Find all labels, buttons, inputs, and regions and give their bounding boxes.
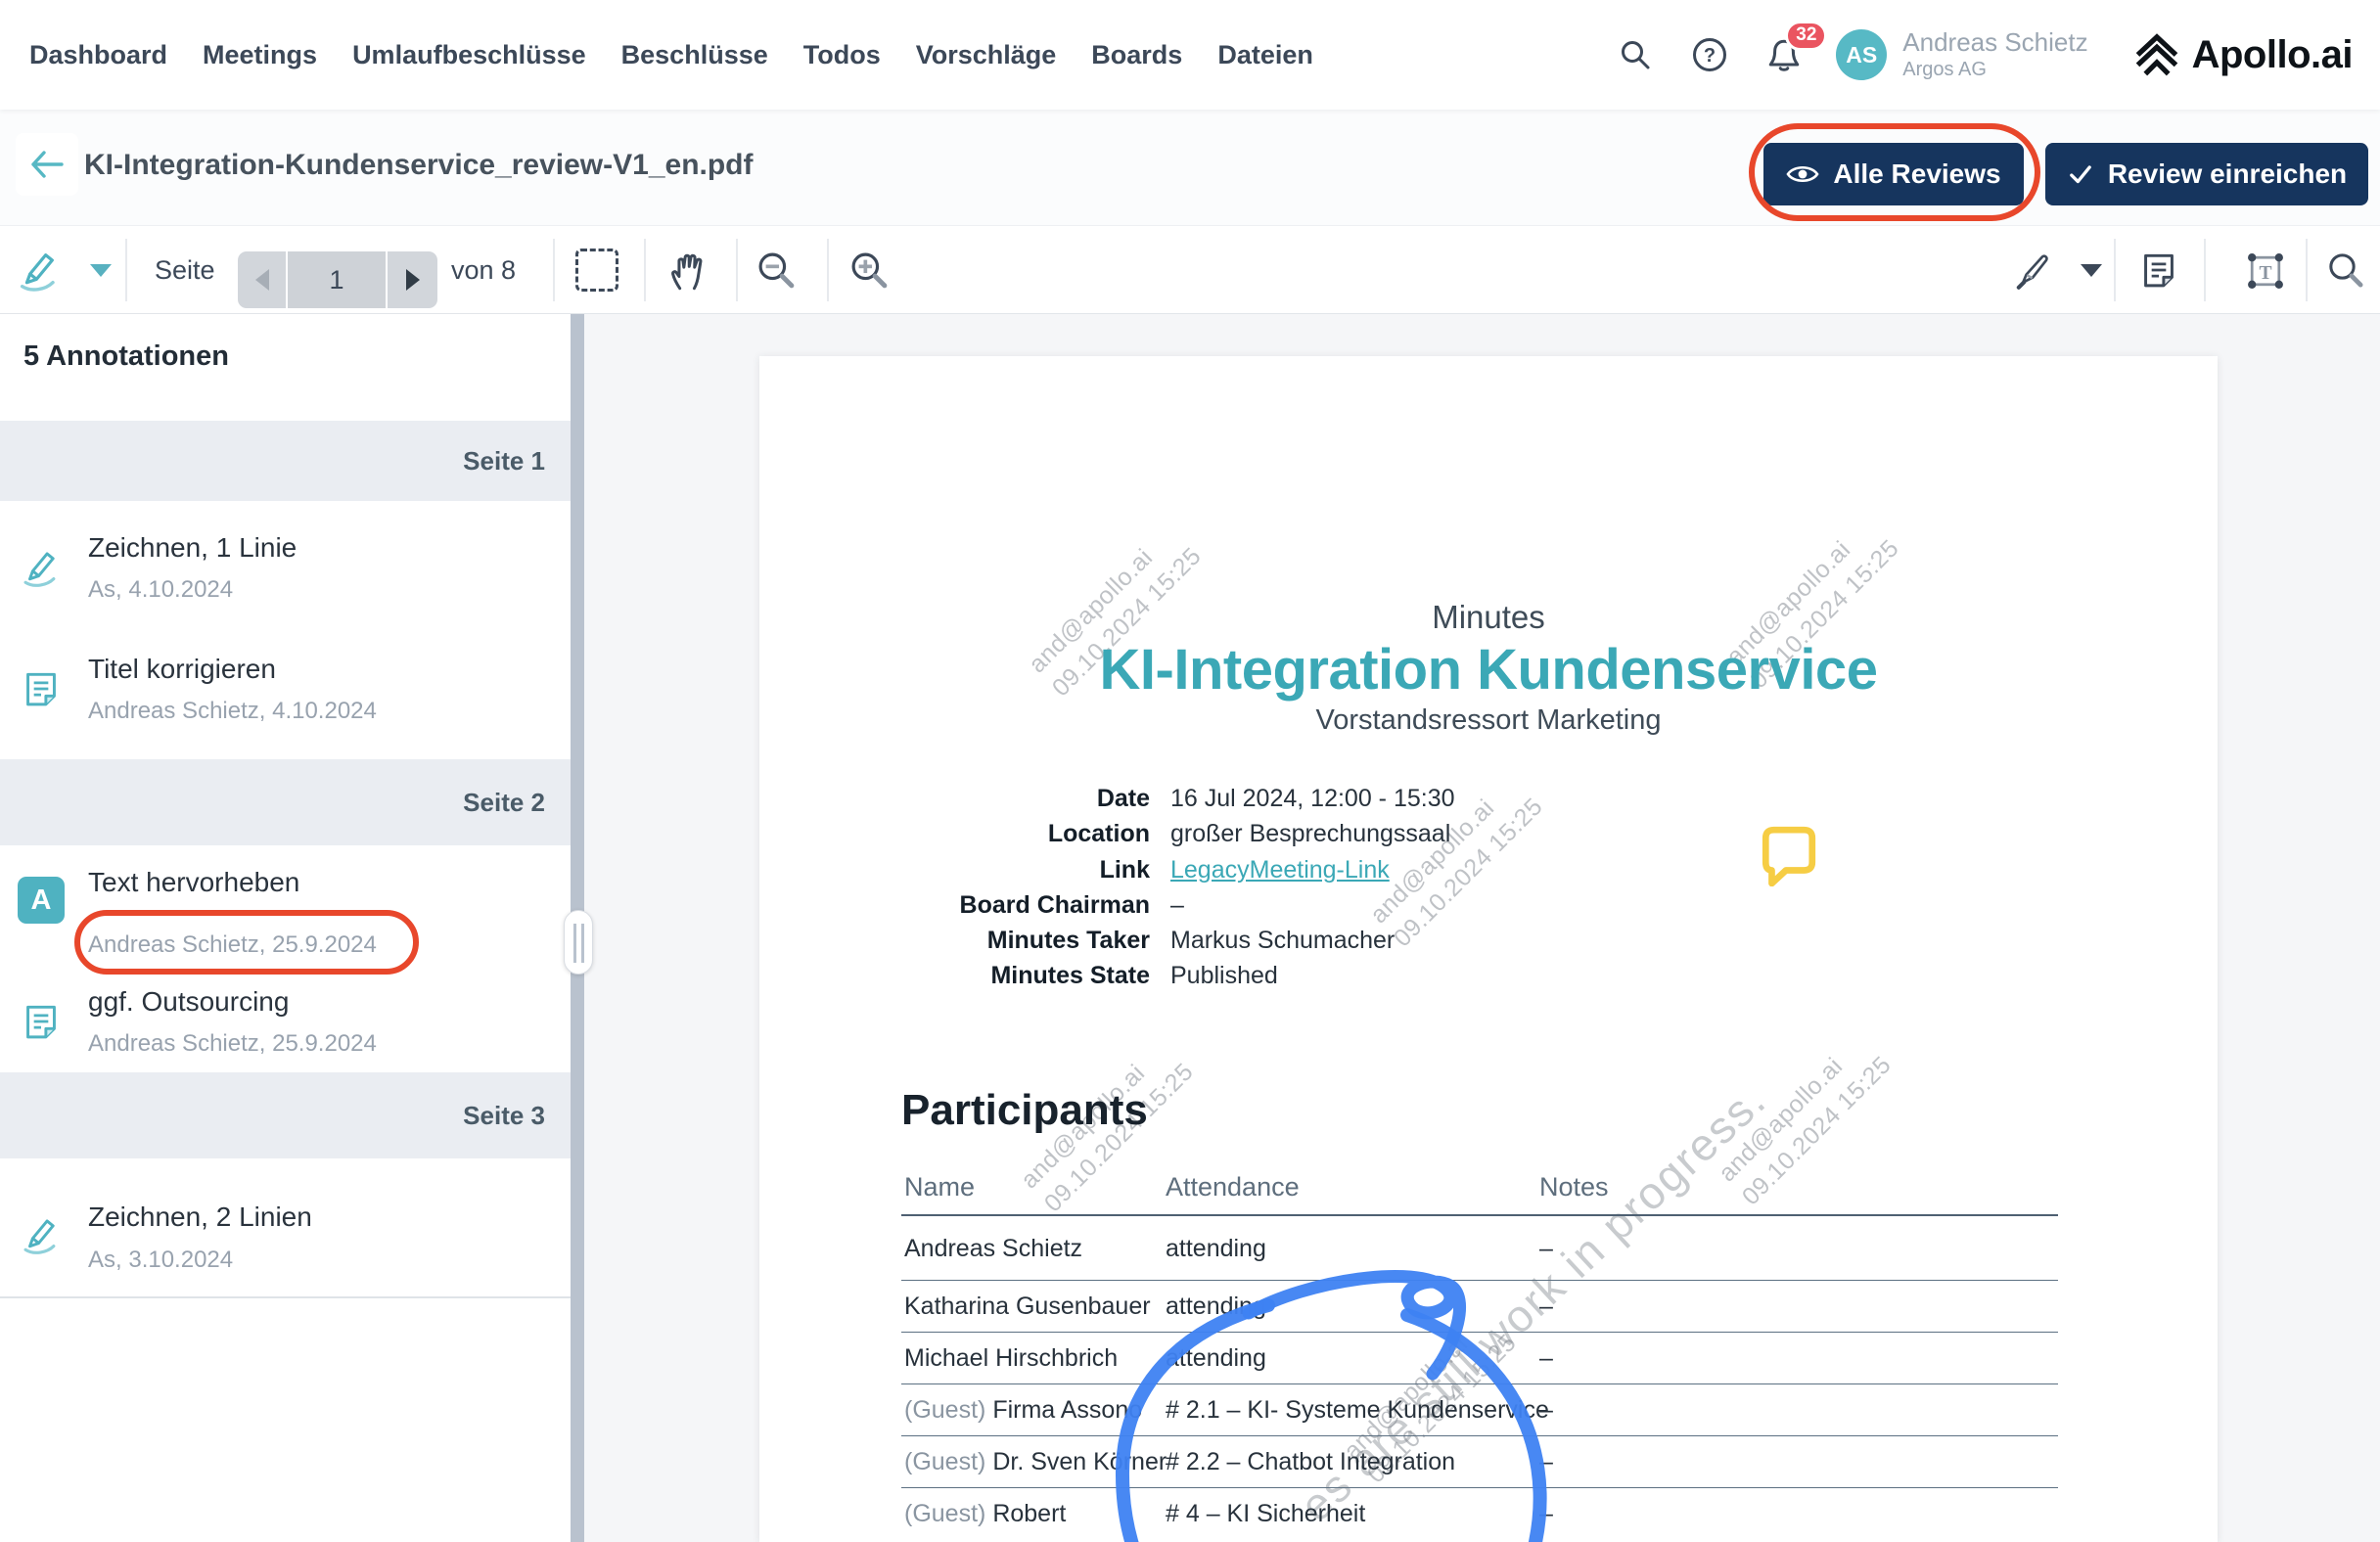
- page-navigator: 1: [238, 251, 437, 308]
- note-icon: [20, 667, 63, 710]
- zoom-in-tool[interactable]: [847, 249, 891, 296]
- user-name: Andreas Schietz: [1902, 28, 2087, 58]
- search-icon[interactable]: [1613, 32, 1658, 77]
- notification-count-badge: 32: [1785, 21, 1827, 51]
- svg-text:T: T: [2259, 263, 2271, 284]
- nav-meetings[interactable]: Meetings: [203, 40, 317, 70]
- note-tool[interactable]: [2137, 249, 2180, 296]
- nav-todos[interactable]: Todos: [803, 40, 881, 70]
- highlight-text-icon: A: [18, 877, 65, 924]
- annotation-title: Zeichnen, 1 Linie: [88, 532, 297, 564]
- apollo-logo-icon: [2131, 32, 2182, 77]
- sidebar-divider: [0, 1296, 571, 1298]
- notifications-bell-icon[interactable]: 32: [1762, 32, 1807, 77]
- annotations-sidebar: 5 Annotationen Seite 1 Zeichnen, 1 Linie…: [0, 314, 571, 1542]
- splitter-drag-handle[interactable]: [564, 910, 593, 975]
- hand-icon: [666, 248, 711, 293]
- annotation-title: Zeichnen, 2 Linien: [88, 1202, 312, 1233]
- svg-text:?: ?: [1704, 45, 1716, 67]
- submit-review-button[interactable]: Review einreichen: [2045, 143, 2368, 205]
- section-page-1: Seite 1: [0, 421, 571, 501]
- annotation-author-date: As, 3.10.2024: [88, 1247, 233, 1274]
- page-label: Seite: [155, 226, 215, 315]
- nav-dateien[interactable]: Dateien: [1217, 40, 1313, 70]
- note-icon: [20, 1000, 63, 1043]
- file-header-bar: KI-Integration-Kundenservice_review-V1_e…: [0, 110, 2380, 225]
- annotations-count-header: 5 Annotationen: [23, 340, 229, 373]
- pen-draw-icon: [20, 546, 63, 589]
- app-root: Dashboard Meetings Umlaufbeschlüsse Besc…: [0, 0, 2380, 1542]
- avatar[interactable]: AS: [1836, 29, 1887, 80]
- annotation-author-date: Andreas Schietz, 4.10.2024: [88, 698, 377, 725]
- text-box-icon: T: [2243, 249, 2288, 294]
- pdf-page: and@apollo.ai09.10.2024 15:25 and@apollo…: [759, 356, 2218, 1542]
- back-button[interactable]: [16, 133, 78, 196]
- nav-beschluesse[interactable]: Beschlüsse: [621, 40, 768, 70]
- highlighter-dropdown[interactable]: [2081, 264, 2102, 277]
- comment-bubble-annotation[interactable]: [1758, 824, 1818, 886]
- nav-right-cluster: ? 32 AS Andreas Schietz Argos AG Apollo.…: [1613, 0, 2353, 110]
- annotation-title: Titel korrigieren: [88, 654, 276, 685]
- eye-icon: [1786, 162, 1819, 186]
- pdf-toolbar: Seite 1 von 8 T: [0, 225, 2380, 314]
- all-reviews-button[interactable]: Alle Reviews: [1763, 143, 2024, 205]
- page-number-input[interactable]: 1: [288, 251, 386, 308]
- prev-arrow-icon: [255, 269, 269, 291]
- top-navigation-bar: Dashboard Meetings Umlaufbeschlüsse Besc…: [0, 0, 2380, 110]
- document-search-tool[interactable]: [2325, 249, 2366, 295]
- highlighter-icon: [2008, 248, 2055, 295]
- nav-umlaufbeschluesse[interactable]: Umlaufbeschlüsse: [352, 40, 586, 70]
- annotation-title: Text hervorheben: [88, 867, 299, 898]
- doc-search-icon: [2325, 249, 2366, 291]
- annotation-author-date: Andreas Schietz, 25.9.2024: [88, 931, 377, 959]
- zoom-out-tool[interactable]: [755, 249, 798, 296]
- zoom-out-icon: [755, 249, 798, 292]
- submit-review-label: Review einreichen: [2108, 159, 2347, 190]
- help-icon[interactable]: ?: [1687, 32, 1732, 77]
- highlighter-tool[interactable]: [2008, 248, 2055, 299]
- back-arrow-icon: [29, 150, 65, 179]
- blue-ink-circle-annotation[interactable]: [759, 356, 2218, 1542]
- rect-select-tool[interactable]: [575, 249, 618, 292]
- annotation-title: ggf. Outsourcing: [88, 986, 289, 1018]
- note-icon: [2137, 249, 2180, 292]
- next-page-button[interactable]: [388, 251, 437, 308]
- nav-dashboard[interactable]: Dashboard: [29, 40, 167, 70]
- main-menu: Dashboard Meetings Umlaufbeschlüsse Besc…: [29, 0, 1313, 110]
- annotation-author-date: Andreas Schietz, 25.9.2024: [88, 1030, 377, 1058]
- zoom-in-icon: [847, 249, 891, 292]
- document-filename: KI-Integration-Kundenservice_review-V1_e…: [84, 149, 754, 182]
- pen-draw-icon: [16, 247, 63, 294]
- all-reviews-label: Alle Reviews: [1833, 159, 2000, 190]
- annotation-author-date: As, 4.10.2024: [88, 576, 233, 604]
- apollo-logo: Apollo.ai: [2131, 32, 2353, 77]
- hand-pan-tool[interactable]: [666, 248, 711, 297]
- nav-boards[interactable]: Boards: [1091, 40, 1182, 70]
- previous-page-button[interactable]: [238, 251, 286, 308]
- draw-tool-button[interactable]: [16, 247, 63, 298]
- check-icon: [2067, 161, 2094, 187]
- total-pages-label: von 8: [451, 226, 516, 315]
- apollo-logo-text: Apollo.ai: [2192, 33, 2353, 77]
- text-box-tool[interactable]: T: [2243, 249, 2288, 298]
- section-page-2: Seite 2: [0, 759, 571, 845]
- next-arrow-icon: [406, 269, 420, 291]
- nav-vorschlaege[interactable]: Vorschläge: [916, 40, 1057, 70]
- draw-tool-dropdown[interactable]: [90, 264, 112, 277]
- user-info[interactable]: Andreas Schietz Argos AG: [1902, 28, 2087, 81]
- section-page-3: Seite 3: [0, 1072, 571, 1158]
- pen-draw-icon: [20, 1213, 63, 1256]
- user-organization: Argos AG: [1902, 58, 2087, 81]
